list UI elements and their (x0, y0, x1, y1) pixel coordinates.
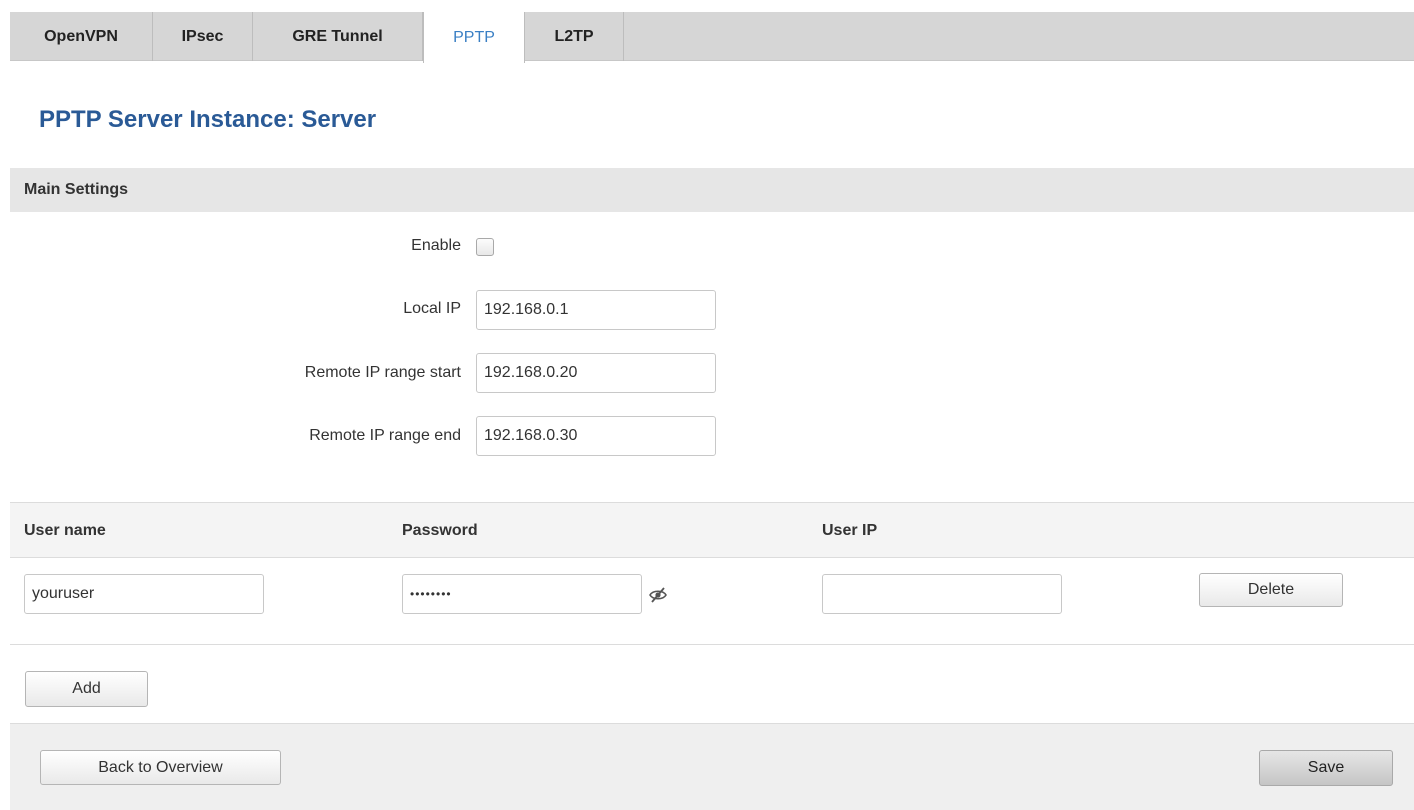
column-header-password: Password (402, 522, 478, 539)
password-input[interactable] (402, 574, 642, 614)
divider (10, 557, 1414, 558)
remote-ip-start-label: Remote IP range start (304, 364, 461, 381)
section-heading-main-settings: Main Settings (10, 168, 1414, 212)
tab-bar: OpenVPN IPsec GRE Tunnel PPTP L2TP (10, 12, 1414, 63)
remote-ip-end-label: Remote IP range end (309, 427, 461, 444)
enable-label: Enable (411, 237, 461, 254)
local-ip-label: Local IP (403, 300, 461, 317)
tab-gre-tunnel[interactable]: GRE Tunnel (253, 12, 423, 61)
back-to-overview-button[interactable]: Back to Overview (40, 750, 281, 785)
column-header-username: User name (24, 522, 106, 539)
local-ip-input[interactable] (476, 290, 716, 330)
users-table-header (10, 503, 1414, 558)
divider (10, 644, 1414, 645)
remote-ip-end-input[interactable] (476, 416, 716, 456)
tab-pptp[interactable]: PPTP (423, 12, 525, 63)
username-input[interactable] (24, 574, 264, 614)
enable-checkbox[interactable] (476, 238, 494, 256)
page-title: PPTP Server Instance: Server (39, 106, 377, 133)
tab-ipsec[interactable]: IPsec (153, 12, 253, 61)
user-ip-input[interactable] (822, 574, 1062, 614)
eye-slash-icon[interactable] (648, 585, 668, 605)
tab-l2tp[interactable]: L2TP (525, 12, 624, 61)
remote-ip-start-input[interactable] (476, 353, 716, 393)
column-header-user-ip: User IP (822, 522, 878, 539)
delete-button[interactable]: Delete (1199, 573, 1343, 607)
section-heading-label: Main Settings (24, 181, 129, 198)
add-button[interactable]: Add (25, 671, 148, 707)
tab-openvpn[interactable]: OpenVPN (10, 12, 153, 61)
save-button[interactable]: Save (1259, 750, 1393, 786)
